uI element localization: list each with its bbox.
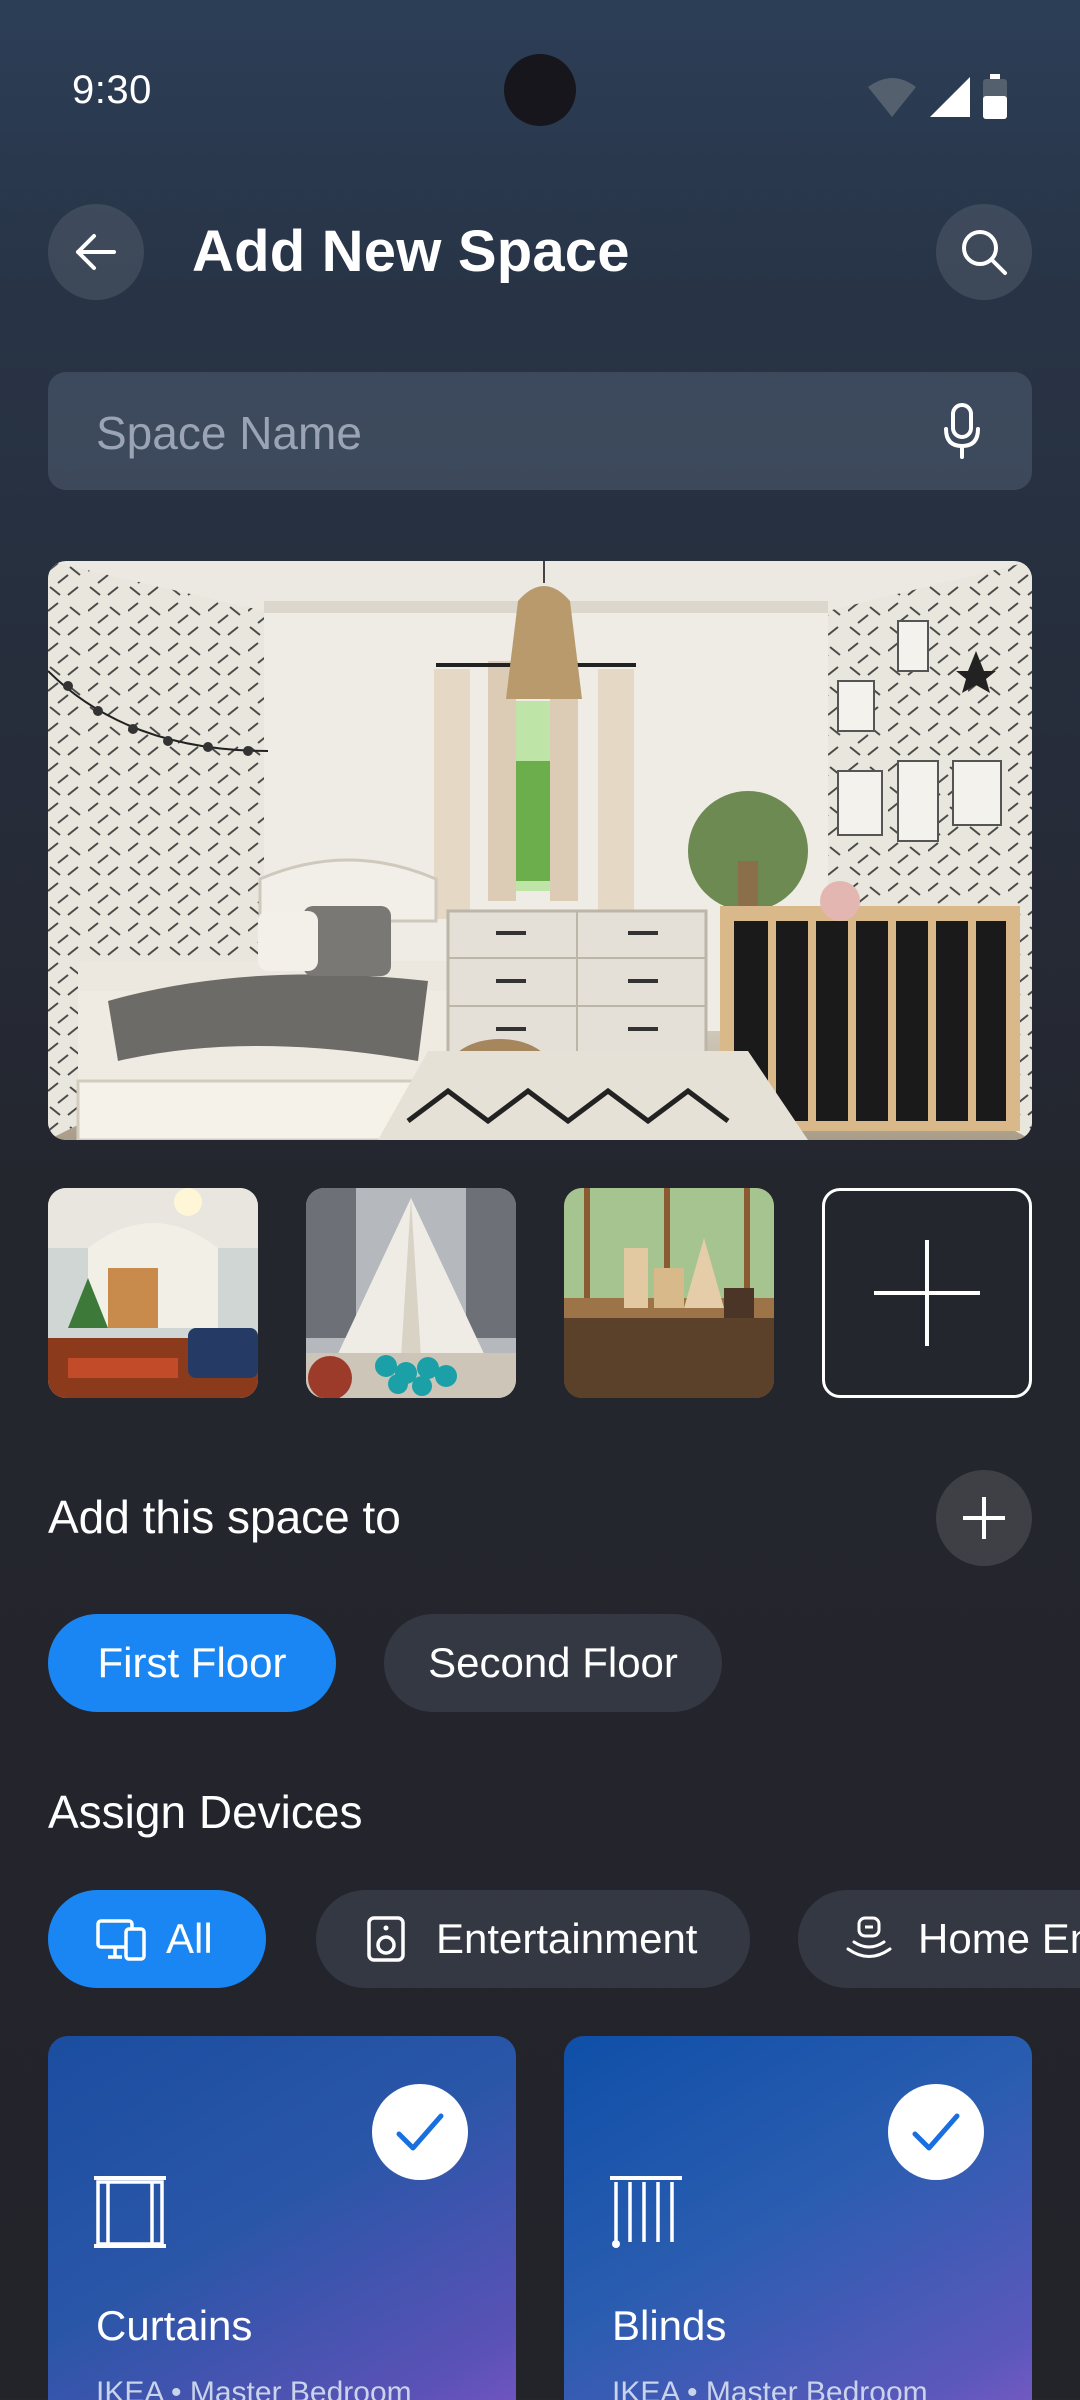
add-photo-button[interactable] [822,1188,1032,1398]
filter-chip-label: Home En [918,1915,1080,1962]
filter-chip-home-entertainment[interactable]: Home En [798,1890,1080,1988]
room-photo-main[interactable] [48,561,1032,1140]
floor-chip-first[interactable]: First Floor [48,1614,336,1712]
device-subtitle: IKEA • Master Bedroom [612,2376,928,2400]
device-name: Curtains [96,2302,253,2349]
status-icons [866,74,1008,120]
space-name-input[interactable]: Space Name [48,372,1032,490]
back-button[interactable] [48,204,144,300]
bedroom-illustration [48,561,1032,1140]
device-subtitle: IKEA • Master Bedroom [96,2376,412,2400]
space-name-placeholder: Space Name [96,407,362,459]
status-time: 9:30 [72,68,152,112]
device-name: Blinds [612,2302,727,2349]
search-button[interactable] [936,204,1032,300]
signal-icon [930,77,970,117]
page-title: Add New Space [192,219,630,284]
device-filter-row: All Entertainment Home En [0,1890,1080,1990]
add-space-to-label: Add this space to [48,1491,401,1543]
filter-chip-label: Entertainment [436,1915,698,1962]
thumbnail-playroom[interactable] [306,1188,516,1398]
wifi-icon [868,78,916,117]
status-bar: 9:30 [0,0,1080,190]
assign-devices-label: Assign Devices [48,1786,363,1838]
arrow-left-icon [76,234,116,270]
search-icon [962,230,1007,275]
header: Add New Space [48,204,1032,300]
device-card-curtains[interactable]: Curtains IKEA • Master Bedroom [48,2036,516,2400]
speaker-icon [367,1916,405,1962]
device-card-blinds[interactable]: Blinds IKEA • Master Bedroom [564,2036,1032,2400]
blinds-icon [610,2176,682,2248]
home-entertainment-icon [846,1916,892,1958]
window-toys-image [564,1188,774,1398]
thumbnail-living-room[interactable] [48,1188,258,1398]
photo-thumbnails [48,1188,1032,1398]
camera-cutout [504,54,576,126]
devices-icon [96,1919,146,1961]
curtains-icon [94,2176,166,2248]
filter-chip-label: All [166,1915,213,1962]
plus-icon [874,1240,980,1346]
add-floor-button[interactable] [936,1470,1032,1566]
filter-chip-all[interactable]: All [48,1890,266,1988]
thumbnail-window-toys[interactable] [564,1188,774,1398]
floor-chip-second[interactable]: Second Floor [384,1614,722,1712]
checkmark-icon [912,2113,960,2151]
floor-chip-label: Second Floor [428,1639,678,1686]
device-selected-check[interactable] [372,2084,468,2180]
device-selected-check[interactable] [888,2084,984,2180]
playroom-image [306,1188,516,1398]
checkmark-icon [396,2113,444,2151]
filter-chip-entertainment[interactable]: Entertainment [316,1890,750,1988]
floor-chip-label: First Floor [97,1639,287,1686]
microphone-icon[interactable] [942,402,982,460]
plus-icon [963,1497,1005,1539]
battery-icon [983,74,1007,119]
living-room-image [48,1188,258,1398]
